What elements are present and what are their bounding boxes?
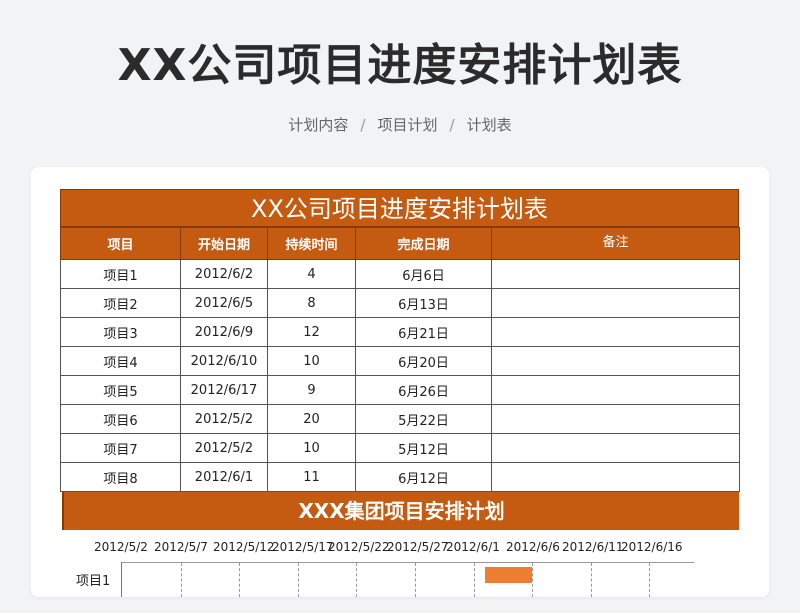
gantt-tick-label: 2012/6/11	[562, 540, 624, 554]
table-header-row: 项目 开始日期 持续时间 完成日期 备注	[60, 227, 740, 260]
cell-duration[interactable]: 12	[267, 317, 356, 347]
cell-end-date[interactable]: 6月21日	[355, 317, 492, 347]
gantt-gridline	[239, 563, 240, 597]
breadcrumb: 计划内容 / 项目计划 / 计划表	[0, 114, 800, 135]
cell-notes[interactable]	[491, 259, 740, 289]
cell-duration[interactable]: 10	[267, 346, 356, 376]
cell-end-date[interactable]: 6月6日	[355, 259, 492, 289]
cell-duration[interactable]: 10	[267, 433, 356, 463]
cell-start-date[interactable]: 2012/6/2	[180, 259, 268, 289]
cell-duration[interactable]: 11	[267, 462, 356, 492]
preview-card: XX公司项目进度安排计划表 项目 开始日期 持续时间 完成日期 备注 项目1 20…	[31, 167, 769, 597]
gantt-bar	[485, 567, 532, 583]
gantt-tick-label: 2012/5/22	[328, 540, 390, 554]
cell-start-date[interactable]: 2012/6/5	[180, 288, 268, 318]
cell-end-date[interactable]: 5月12日	[355, 433, 492, 463]
gantt-plot-area	[121, 562, 694, 597]
table-row: 项目4 2012/6/10 10 6月20日	[60, 346, 740, 376]
column-header-end-date: 完成日期	[355, 227, 492, 260]
gantt-gridline	[591, 563, 592, 597]
gantt-gridline	[415, 563, 416, 597]
cell-start-date[interactable]: 2012/5/2	[180, 433, 268, 463]
table-row: 项目5 2012/6/17 9 6月26日	[60, 375, 740, 405]
gantt-gridline	[532, 563, 533, 597]
table-row: 项目8 2012/6/1 11 6月12日	[60, 462, 740, 492]
cell-notes[interactable]	[491, 462, 740, 492]
gantt-title: XXX集团项目安排计划	[62, 492, 739, 530]
gantt-tick-label: 2012/5/7	[154, 540, 208, 554]
gantt-gridline	[181, 563, 182, 597]
gantt-tick-label: 2012/5/17	[272, 540, 334, 554]
cell-project[interactable]: 项目8	[60, 462, 181, 492]
cell-start-date[interactable]: 2012/6/1	[180, 462, 268, 492]
cell-end-date[interactable]: 6月20日	[355, 346, 492, 376]
gantt-gridline	[298, 563, 299, 597]
gantt-chart: 项目1 2012/5/2 2012/5/7 2012/5/12 2012/5/17 20…	[60, 530, 739, 597]
gantt-tick-label: 2012/5/2	[94, 540, 148, 554]
table-row: 项目7 2012/5/2 10 5月12日	[60, 433, 740, 463]
breadcrumb-item[interactable]: 计划内容	[288, 116, 348, 134]
column-header-duration: 持续时间	[267, 227, 356, 260]
table-row: 项目1 2012/6/2 4 6月6日	[60, 259, 740, 289]
cell-duration[interactable]: 9	[267, 375, 356, 405]
cell-project[interactable]: 项目1	[60, 259, 181, 289]
gantt-gridline	[649, 563, 650, 597]
column-header-start-date: 开始日期	[180, 227, 268, 260]
cell-start-date[interactable]: 2012/6/9	[180, 317, 268, 347]
breadcrumb-separator: /	[360, 116, 366, 134]
cell-notes[interactable]	[491, 404, 740, 434]
column-header-notes: 备注	[491, 227, 740, 260]
cell-end-date[interactable]: 6月12日	[355, 462, 492, 492]
gantt-gridline	[474, 563, 475, 597]
cell-notes[interactable]	[491, 433, 740, 463]
column-header-project: 项目	[60, 227, 181, 260]
cell-start-date[interactable]: 2012/6/10	[180, 346, 268, 376]
cell-notes[interactable]	[491, 288, 740, 318]
cell-project[interactable]: 项目4	[60, 346, 181, 376]
gantt-tick-label: 2012/5/12	[213, 540, 275, 554]
cell-end-date[interactable]: 5月22日	[355, 404, 492, 434]
table-row: 项目6 2012/5/2 20 5月22日	[60, 404, 740, 434]
schedule-table: 项目 开始日期 持续时间 完成日期 备注 项目1 2012/6/2 4 6月6日 项目2…	[60, 227, 740, 492]
table-row: 项目2 2012/6/5 8 6月13日	[60, 288, 740, 318]
gantt-row-label: 项目1	[76, 574, 111, 589]
gantt-tick-label: 2012/5/27	[387, 540, 449, 554]
spreadsheet: XX公司项目进度安排计划表 项目 开始日期 持续时间 完成日期 备注 项目1 20…	[60, 189, 740, 597]
breadcrumb-separator: /	[449, 116, 455, 134]
cell-notes[interactable]	[491, 375, 740, 405]
gantt-gridline	[356, 563, 357, 597]
cell-project[interactable]: 项目5	[60, 375, 181, 405]
cell-notes[interactable]	[491, 346, 740, 376]
cell-notes[interactable]	[491, 317, 740, 347]
cell-end-date[interactable]: 6月13日	[355, 288, 492, 318]
cell-project[interactable]: 项目7	[60, 433, 181, 463]
cell-start-date[interactable]: 2012/5/2	[180, 404, 268, 434]
gantt-tick-label: 2012/6/1	[446, 540, 500, 554]
cell-project[interactable]: 项目6	[60, 404, 181, 434]
cell-duration[interactable]: 20	[267, 404, 356, 434]
cell-end-date[interactable]: 6月26日	[355, 375, 492, 405]
breadcrumb-item[interactable]: 计划表	[467, 116, 512, 134]
cell-duration[interactable]: 8	[267, 288, 356, 318]
cell-duration[interactable]: 4	[267, 259, 356, 289]
gantt-tick-label: 2012/6/6	[506, 540, 560, 554]
cell-start-date[interactable]: 2012/6/17	[180, 375, 268, 405]
table-row: 项目3 2012/6/9 12 6月21日	[60, 317, 740, 347]
sheet-title: XX公司项目进度安排计划表	[60, 189, 739, 227]
cell-project[interactable]: 项目2	[60, 288, 181, 318]
gantt-tick-label: 2012/6/16	[621, 540, 683, 554]
page-title: XX公司项目进度安排计划表	[117, 40, 683, 91]
cell-project[interactable]: 项目3	[60, 317, 181, 347]
breadcrumb-item[interactable]: 项目计划	[377, 116, 437, 134]
